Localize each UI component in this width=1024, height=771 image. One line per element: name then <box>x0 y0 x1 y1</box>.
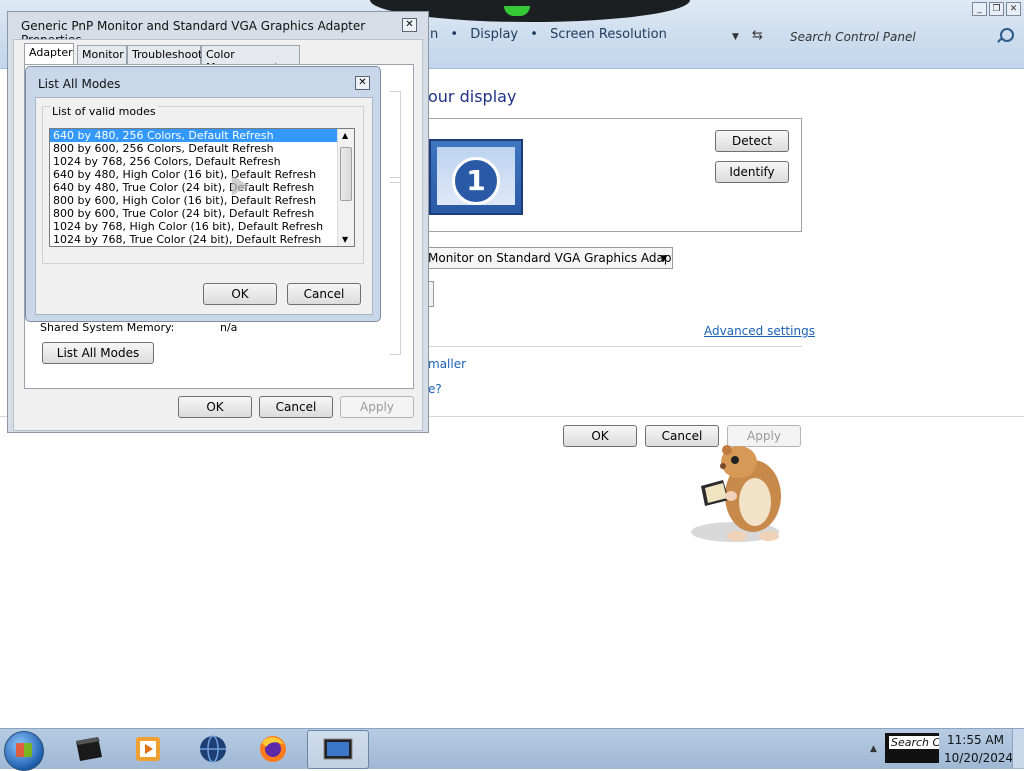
breadcrumb-separator-icon: • <box>530 27 538 42</box>
list-item[interactable]: 640 by 480, 256 Colors, Default Refresh <box>50 129 339 142</box>
minimize-icon[interactable]: _ <box>972 2 987 16</box>
start-button[interactable] <box>4 731 44 771</box>
prop-cancel-button[interactable]: Cancel <box>259 396 333 418</box>
prop-ok-button[interactable]: OK <box>178 396 252 418</box>
modes-items: 640 by 480, 256 Colors, Default Refresh 8… <box>50 129 354 246</box>
hamster-eye <box>731 456 739 464</box>
text-size-link[interactable]: maller <box>428 357 466 371</box>
tab-monitor[interactable]: Monitor <box>77 45 127 64</box>
close-icon[interactable]: ✕ <box>1006 2 1021 16</box>
firefox-icon[interactable] <box>256 733 290 765</box>
hamster-paw <box>725 491 737 501</box>
list-item[interactable]: 1024 by 768, High Color (16 bit), Defaul… <box>50 220 339 233</box>
divider <box>426 346 802 347</box>
tray-search-text: Search Co <box>889 736 939 749</box>
scrollbar[interactable]: ▲ ▼ <box>337 129 354 246</box>
display-settings-taskbar-button[interactable] <box>307 730 369 769</box>
chevron-down-icon: ▼ <box>660 254 667 264</box>
monitor-number: 1 <box>452 157 500 205</box>
page-heading: our display <box>428 87 517 106</box>
monitor-preview-box: 1 Detect Identify <box>426 118 802 232</box>
prop-apply-button[interactable]: Apply <box>340 396 414 418</box>
clock-time[interactable]: 11:55 AM <box>947 733 1004 747</box>
breadcrumb-screen-resolution[interactable]: Screen Resolution <box>550 27 667 42</box>
tray-expand-icon[interactable]: ▲ <box>870 744 877 754</box>
list-all-modes-button[interactable]: List All Modes <box>42 342 154 364</box>
display-select-value: Monitor on Standard VGA Graphics Adapter <box>428 251 673 265</box>
list-item[interactable]: 800 by 600, High Color (16 bit), Default… <box>50 194 339 207</box>
hamster-foot <box>727 531 747 541</box>
terminal-app-icon[interactable] <box>72 733 106 765</box>
list-item[interactable]: 800 by 600, 256 Colors, Default Refresh <box>50 142 339 155</box>
list-item[interactable]: 640 by 480, True Color (24 bit), Default… <box>50 181 339 194</box>
hamster-belly <box>739 478 771 526</box>
search-box[interactable]: Search Control Panel <box>782 25 1022 49</box>
maximize-icon[interactable]: ❐ <box>989 2 1004 16</box>
list-item[interactable]: 800 by 600, True Color (24 bit), Default… <box>50 207 339 220</box>
identify-button[interactable]: Identify <box>715 161 789 183</box>
network-globe-icon[interactable] <box>196 733 230 765</box>
dialog-title: List All Modes <box>38 77 121 91</box>
help-link[interactable]: e? <box>428 382 442 396</box>
display-select[interactable]: Monitor on Standard VGA Graphics Adapter… <box>423 247 673 269</box>
group-label: List of valid modes <box>50 105 158 118</box>
list-item[interactable]: 1024 by 768, True Color (24 bit), Defaul… <box>50 233 339 246</box>
hamster-mascot-icon[interactable] <box>683 436 787 546</box>
lam-ok-button[interactable]: OK <box>203 283 277 305</box>
address-dropdown-icon[interactable]: ▼ <box>732 32 739 42</box>
breadcrumb-display[interactable]: Display <box>470 27 518 42</box>
search-icon[interactable] <box>1000 28 1014 42</box>
search-input[interactable]: Search Control Panel <box>790 30 916 44</box>
hamster-ear <box>722 445 732 455</box>
lam-cancel-button[interactable]: Cancel <box>287 283 361 305</box>
list-item[interactable]: 640 by 480, High Color (16 bit), Default… <box>50 168 339 181</box>
shared-memory-label: Shared System Memory: <box>40 321 175 334</box>
glow-indicator <box>504 6 530 16</box>
address-breadcrumb: n • Display • Screen Resolution <box>430 27 675 42</box>
cp-ok-button[interactable]: OK <box>563 425 637 447</box>
shared-memory-value: n/a <box>220 321 238 334</box>
group-label-text: List of valid modes <box>52 105 156 118</box>
memory-info-group <box>390 177 401 355</box>
media-player-icon[interactable] <box>132 733 166 765</box>
tab-adapter[interactable]: Adapter <box>24 43 74 65</box>
refresh-icon[interactable]: ⇆ <box>752 28 763 43</box>
monitor-screen: 1 <box>437 147 515 205</box>
breadcrumb-separator-icon: • <box>450 27 459 42</box>
tab-troubleshoot[interactable]: Troubleshoot <box>127 45 202 64</box>
breadcrumb-partial[interactable]: n <box>430 27 438 42</box>
adapter-info-group <box>390 91 401 183</box>
hamster-nose <box>720 463 726 469</box>
hamster-foot <box>759 531 779 541</box>
monitor-icon[interactable]: 1 <box>429 139 523 215</box>
tab-color-management[interactable]: Color Management <box>201 45 300 74</box>
show-desktop-button[interactable] <box>1012 729 1024 768</box>
clock-date[interactable]: 10/20/2024 <box>944 751 1013 765</box>
tray-search-thumbnail[interactable]: Search Co <box>885 733 939 763</box>
list-item[interactable]: 1024 by 768, 256 Colors, Default Refresh <box>50 155 339 168</box>
modes-listbox[interactable]: 640 by 480, 256 Colors, Default Refresh 8… <box>49 128 355 247</box>
scroll-down-icon[interactable]: ▼ <box>342 235 348 244</box>
advanced-settings-link[interactable]: Advanced settings <box>704 324 815 338</box>
scroll-up-icon[interactable]: ▲ <box>342 131 348 140</box>
scroll-thumb[interactable] <box>340 147 352 201</box>
close-icon[interactable]: ✕ <box>355 76 370 90</box>
close-icon[interactable]: ✕ <box>402 18 417 32</box>
detect-button[interactable]: Detect <box>715 130 789 152</box>
windows-flag-icon <box>16 743 32 757</box>
